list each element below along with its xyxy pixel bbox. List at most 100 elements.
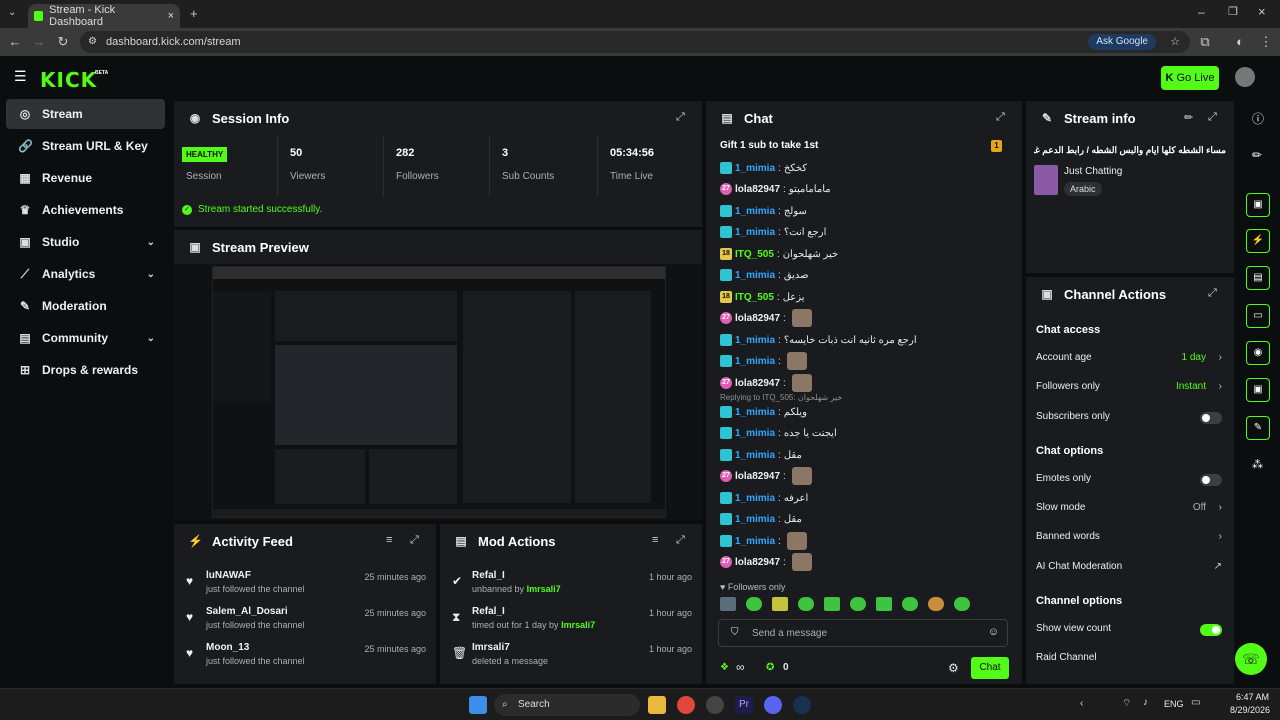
sidebar-item-achievements[interactable]: ♛ Achievements [6,195,165,225]
chat-username[interactable]: 1_mimia [735,450,775,461]
tab-search-icon[interactable]: ⌄ [8,7,16,18]
rail-wrench-icon[interactable]: ✎ [1246,416,1270,440]
taskbar-search[interactable]: ⌕ Search [494,694,640,716]
url-field[interactable]: ⚙ dashboard.kick.com/stream Ask Google ☆ [80,31,1190,53]
chat-message[interactable]: 1_mimia: [720,532,807,550]
subscribers-only-toggle[interactable] [1200,412,1222,424]
chat-message[interactable]: 1_mimia: كخكخ [720,159,807,177]
support-chat-icon[interactable]: ☏ [1235,643,1267,675]
chat-send-button[interactable]: Chat [971,657,1009,679]
rail-preview-icon[interactable]: ◉ [1246,341,1270,365]
chat-message[interactable]: 1_mimia: صديق [720,266,809,284]
chat-message[interactable]: 27 lola82947: [720,309,812,327]
browser-tab[interactable]: Stream - Kick Dashboard × [28,4,180,28]
chat-message[interactable]: 1_mimia: مقل [720,510,802,528]
raid-channel-row[interactable]: Raid Channel [1036,652,1222,672]
emote-icon[interactable] [928,597,944,611]
chat-message[interactable]: 1_mimia: ويلكم [720,403,807,421]
activity-user[interactable]: Moon_13 [206,642,249,653]
sidebar-item-stream[interactable]: ◎ Stream [6,99,165,129]
back-icon[interactable]: ← [7,34,23,50]
mod-target[interactable]: Refal_I [472,570,505,581]
chat-username[interactable]: 1_mimia [735,493,775,504]
gear-icon[interactable]: ⚙ [948,661,959,675]
rail-activity-icon[interactable]: ⚡ [1246,229,1270,253]
obs-icon[interactable] [706,696,724,714]
reply-context[interactable]: Replying to ITQ_505: خير شهلحوان [720,392,842,402]
slow-mode-row[interactable]: Slow mode Off › [1036,502,1222,522]
chat-username[interactable]: ITQ_505 [735,292,774,303]
bookmark-star-icon[interactable]: ☆ [1170,31,1180,53]
chat-username[interactable]: 1_mimia [735,206,775,217]
emote-icon[interactable] [772,597,788,611]
followers-only-row[interactable]: Followers only Instant › [1036,381,1222,401]
chat-message[interactable]: 1_mimia: ارجع انت؟ [720,223,826,241]
new-tab-icon[interactable]: + [190,6,198,21]
expand-icon[interactable]: ⤢ [676,534,685,547]
emote-icon[interactable] [746,597,762,611]
sidebar-item-analytics[interactable]: ⟋ Analytics ⌄ [6,259,165,289]
pinned-message[interactable]: Gift 1 sub to take 1st 1 [706,137,1022,155]
chat-username[interactable]: 1_mimia [735,356,775,367]
emoji-icon[interactable]: ☺ [988,626,999,638]
sidebar-item-revenue[interactable]: ▦ Revenue [6,163,165,193]
account-age-row[interactable]: Account age 1 day › [1036,352,1222,372]
ai-chat-moderation-row[interactable]: AI Chat Moderation ↗ [1036,561,1222,581]
chat-username[interactable]: 1_mimia [735,335,775,346]
rail-session-icon[interactable]: ▣ [1246,193,1270,217]
mod-target[interactable]: Refal_I [472,606,505,617]
filter-icon[interactable]: ≡ [652,534,658,546]
banned-words-row[interactable]: Banned words › [1036,531,1222,551]
restore-icon[interactable]: ❐ [1228,5,1238,18]
premiere-icon[interactable]: Pr [735,696,753,714]
clock-time[interactable]: 6:47 AM [1236,692,1269,702]
clock-date[interactable]: 8/29/2026 [1230,705,1270,715]
steam-icon[interactable] [793,696,811,714]
sidebar-item-moderation[interactable]: ✎ Moderation [6,291,165,321]
file-explorer-icon[interactable] [648,696,666,714]
profile-icon[interactable]: ◐ [1232,34,1248,50]
info-icon[interactable]: ⓘ [1252,110,1264,127]
chat-username[interactable]: 1_mimia [735,514,775,525]
emote-icon[interactable] [824,597,840,611]
chat-message[interactable]: 27 lola82947: [720,467,812,485]
rail-mod-icon[interactable]: ▤ [1246,266,1270,290]
show-view-count-toggle[interactable] [1200,624,1222,636]
kick-points-icon[interactable]: ✪ [766,662,774,673]
chat-username[interactable]: 1_mimia [735,536,775,547]
rail-more-icon[interactable]: ⁂ [1252,458,1263,471]
emote-icon[interactable] [954,597,970,611]
chat-message[interactable]: 18 ITQ_505: يزعل [720,288,805,306]
chat-message[interactable]: 1_mimia: اعرفه [720,489,808,507]
chat-username[interactable]: lola82947 [735,471,780,482]
chat-message[interactable]: 1_mimia: سولج [720,202,807,220]
activity-user[interactable]: luNAWAF [206,570,251,581]
chat-username[interactable]: lola82947 [735,378,780,389]
chat-username[interactable]: 1_mimia [735,270,775,281]
chat-username[interactable]: 1_mimia [735,163,775,174]
sidebar-item-drops-rewards[interactable]: ⊞ Drops & rewards [6,355,165,385]
forward-icon[interactable]: → [31,34,47,50]
chat-username[interactable]: ITQ_505 [735,249,774,260]
go-live-button[interactable]: K Go Live [1161,66,1219,90]
tray-mic-icon[interactable]: ♪ [1143,697,1148,708]
emote-icon[interactable] [798,597,814,611]
extensions-icon[interactable]: ⧉ [1197,34,1213,50]
mod-user[interactable]: Imrsali7 [527,584,561,594]
rail-chat-icon[interactable]: ▭ [1246,304,1270,328]
sidebar-item-community[interactable]: ▤ Community ⌄ [6,323,165,353]
emote-icon[interactable] [902,597,918,611]
chat-message[interactable]: 1_mimia: مقل [720,446,802,464]
language-indicator[interactable]: ENG [1164,699,1184,709]
minimize-icon[interactable]: – [1198,5,1205,19]
windows-start-icon[interactable] [469,696,487,714]
reload-icon[interactable]: ↻ [55,34,71,50]
edit-icon[interactable]: ✏ [1184,111,1193,124]
site-info-icon[interactable]: ⚙ [88,31,97,53]
category-name[interactable]: Just Chatting [1064,166,1122,177]
discord-icon[interactable] [764,696,782,714]
expand-icon[interactable]: ⤢ [410,534,419,547]
kick-logo[interactable]: KICK [40,68,97,92]
expand-icon[interactable]: ⤢ [1208,287,1217,300]
expand-icon[interactable]: ⤢ [1208,111,1217,124]
